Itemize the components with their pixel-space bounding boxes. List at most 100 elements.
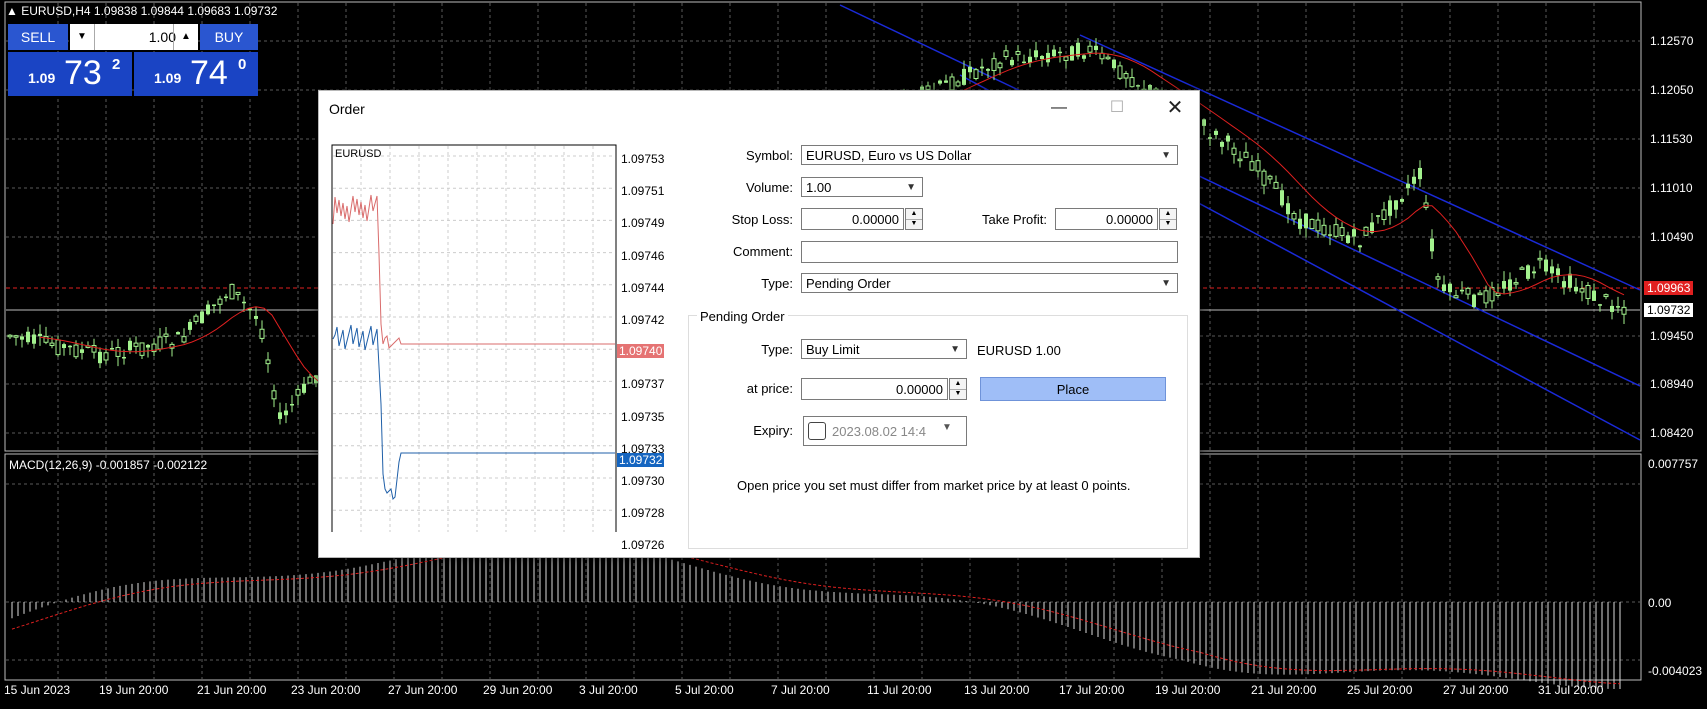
take-profit-spin[interactable]: ▲ ▼	[1159, 208, 1177, 230]
maximize-icon[interactable]: ☐	[1089, 91, 1145, 125]
candle-body	[1532, 271, 1536, 274]
candle-body	[55, 339, 61, 356]
candle-body	[1304, 213, 1308, 229]
candle-body	[1513, 282, 1519, 285]
candle-body	[49, 342, 55, 346]
tick-axis-label: 1.09746	[621, 248, 665, 263]
time-axis-label: 15 Jun 2023	[4, 683, 71, 697]
at-price-spin[interactable]: ▲ ▼	[949, 378, 967, 400]
candle-body	[1556, 268, 1560, 276]
candle-body	[1544, 259, 1548, 272]
buy-price-button[interactable]: 1.09 74 0	[134, 52, 258, 96]
take-profit-label: Take Profit:	[981, 212, 1047, 227]
candle-body	[229, 283, 235, 300]
order-type-select[interactable]: Pending Order ▼	[801, 273, 1178, 293]
bid-price-tag: 1.09732	[617, 453, 665, 467]
expiry-checkbox[interactable]	[808, 422, 826, 440]
chart-symbol-header: ▲ EURUSD,H4 1.09838 1.09844 1.09683 1.09…	[6, 4, 278, 18]
candle-body	[1321, 224, 1327, 236]
candle-body	[235, 291, 241, 295]
candle-body	[1423, 202, 1429, 208]
candle-body	[1592, 290, 1596, 301]
volume-select[interactable]: 1.00 ▼	[801, 177, 923, 197]
lot-decrease-icon[interactable]: ▼	[70, 24, 95, 50]
lot-increase-icon[interactable]: ▲	[173, 24, 198, 50]
symbol-select-value: EURUSD, Euro vs US Dollar	[806, 148, 972, 163]
candle-body	[1094, 45, 1098, 51]
time-axis-label: 21 Jul 20:00	[1251, 683, 1317, 697]
buy-button[interactable]: BUY	[200, 24, 258, 50]
candle-body	[1412, 176, 1416, 184]
close-icon[interactable]: ✕	[1147, 91, 1203, 125]
candle-body	[128, 340, 132, 351]
tick-axis-label: 1.09753	[621, 152, 665, 166]
sell-price-fraction: 2	[112, 56, 121, 73]
candle-body	[1112, 59, 1116, 69]
time-axis-label: 13 Jul 20:00	[964, 683, 1030, 697]
pending-symbol-volume: EURUSD 1.00	[977, 343, 1061, 358]
at-price-stepper[interactable]: ▲ ▼	[801, 378, 967, 400]
pending-type-select[interactable]: Buy Limit ▼	[801, 339, 967, 359]
candle-body	[955, 81, 961, 87]
candle-body	[98, 351, 102, 364]
time-axis-label: 31 Jul 20:00	[1538, 683, 1604, 697]
order-dialog: Order — ☐ ✕ EURUSD 1.09753 1.09751 1.09749…	[318, 90, 1200, 558]
price-axis-label: 1.11010	[1650, 181, 1693, 195]
candle-body	[1046, 52, 1050, 63]
candle-body	[1358, 245, 1362, 248]
sell-price-prefix: 1.09	[28, 70, 56, 86]
candle-body	[181, 336, 187, 343]
candle-body	[1052, 49, 1056, 57]
tick-axis-label: 1.09728	[621, 506, 665, 521]
candle-body	[1381, 209, 1387, 220]
candle-body	[1448, 283, 1452, 293]
at-price-down-icon[interactable]: ▼	[950, 389, 966, 399]
candle-body	[1537, 257, 1543, 261]
candle-body	[1226, 135, 1230, 142]
candle-body	[980, 66, 984, 69]
take-profit-stepper[interactable]: ▲ ▼	[1055, 208, 1177, 230]
candle-body	[1298, 218, 1302, 229]
minimize-icon[interactable]: —	[1031, 91, 1087, 125]
time-axis-label: 3 Jul 20:00	[579, 683, 638, 697]
symbol-select[interactable]: EURUSD, Euro vs US Dollar ▼	[801, 145, 1178, 165]
candle-body	[1309, 218, 1315, 230]
comment-input[interactable]	[801, 241, 1178, 263]
candle-body	[26, 331, 30, 343]
tick-chart-symbol: EURUSD	[335, 148, 382, 160]
price-axis-label: 1.10490	[1650, 230, 1694, 244]
symbol-label: Symbol:	[746, 148, 793, 163]
lot-input[interactable]	[95, 26, 179, 48]
sell-price-button[interactable]: 1.09 73 2	[8, 52, 132, 96]
candle-body	[146, 344, 150, 348]
candle-body	[1063, 56, 1069, 61]
candle-body	[1574, 286, 1578, 292]
lot-stepper[interactable]: ▼ ▲	[70, 24, 198, 50]
ask-price-tag: 1.09740	[617, 344, 665, 358]
candle-body	[1460, 289, 1464, 292]
tick-axis-label: 1.09735	[621, 409, 665, 424]
stop-loss-down-icon[interactable]: ▼	[906, 219, 922, 229]
stop-loss-input[interactable]	[801, 208, 904, 230]
sell-button[interactable]: SELL	[8, 24, 68, 50]
candle-body	[1400, 199, 1404, 202]
take-profit-input[interactable]	[1055, 208, 1158, 230]
stop-loss-stepper[interactable]: ▲ ▼	[801, 208, 923, 230]
expiry-datetime-picker[interactable]: 2023.08.02 14:4 ▼	[803, 416, 967, 446]
candle-body	[1442, 284, 1446, 292]
at-price-input[interactable]	[801, 378, 948, 400]
chevron-down-icon: ▼	[1161, 278, 1171, 289]
macd-header: MACD(12,26,9) -0.001857 -0.002122	[9, 458, 208, 472]
red-price-tag: 1.09963	[1644, 281, 1694, 295]
candle-body	[1430, 238, 1434, 252]
macd-axis-top: 0.007757	[1648, 457, 1699, 471]
stop-loss-spin[interactable]: ▲ ▼	[905, 208, 923, 230]
sell-price-pips: 73	[64, 54, 102, 92]
take-profit-down-icon[interactable]: ▼	[1160, 219, 1176, 229]
chevron-down-icon[interactable]: ▼	[942, 422, 952, 433]
macd-axis-bottom: -0.004023	[1648, 664, 1703, 678]
candle-body	[307, 376, 313, 384]
place-button[interactable]: Place	[980, 377, 1166, 401]
candle-body	[1058, 51, 1062, 54]
dialog-titlebar[interactable]: Order — ☐ ✕	[319, 91, 1199, 125]
